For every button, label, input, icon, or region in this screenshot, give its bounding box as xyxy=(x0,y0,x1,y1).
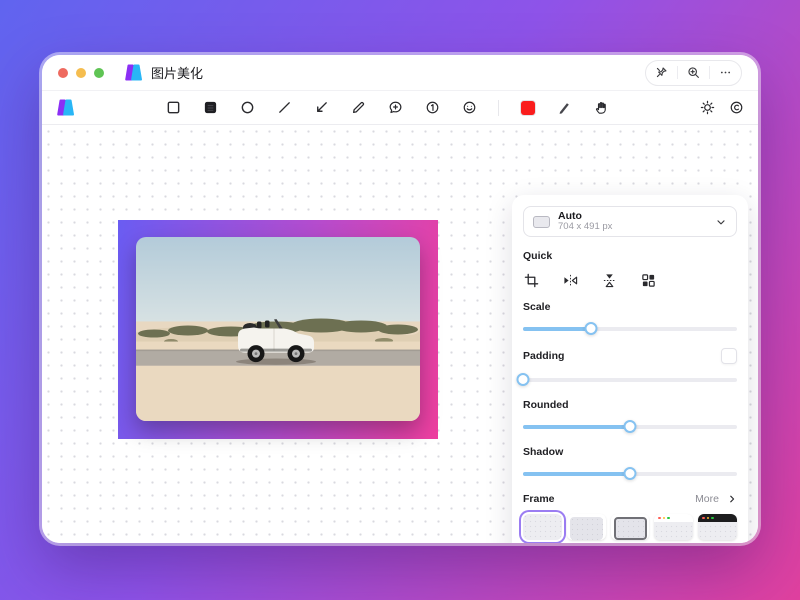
pin-button[interactable] xyxy=(646,66,677,79)
current-color-swatch xyxy=(520,100,535,115)
number-badge-tool[interactable] xyxy=(424,99,441,116)
minimize-window-button[interactable] xyxy=(76,67,86,78)
color-swatch-button[interactable] xyxy=(519,99,536,116)
copyright-icon xyxy=(730,101,743,114)
rounded-slider[interactable] xyxy=(523,420,737,433)
hand-tool[interactable] xyxy=(593,99,610,116)
theme-toggle-button[interactable] xyxy=(700,100,715,115)
crop-button[interactable] xyxy=(523,272,539,288)
maximize-window-button[interactable] xyxy=(94,67,104,78)
ellipse-tool[interactable] xyxy=(239,99,256,116)
tool-group xyxy=(165,99,610,116)
comment-add-tool[interactable] xyxy=(387,99,404,116)
frame-option-browser-light[interactable] xyxy=(654,514,694,540)
more-menu-button[interactable] xyxy=(710,66,741,79)
frame-option-plain[interactable] xyxy=(523,514,562,540)
more-icon xyxy=(720,71,731,74)
pencil-tool[interactable] xyxy=(350,99,367,116)
size-dimensions: 704 x 491 px xyxy=(558,221,613,233)
zoom-in-icon xyxy=(688,67,699,78)
size-selector[interactable]: Auto 704 x 491 px xyxy=(523,206,737,237)
arrow-tool[interactable] xyxy=(313,99,330,116)
quick-actions xyxy=(523,272,737,288)
frame-option-card[interactable] xyxy=(566,514,606,540)
app-logo-icon xyxy=(125,64,142,81)
rect-filled-tool[interactable] xyxy=(202,99,219,116)
titlebar: 图片美化 xyxy=(42,55,758,91)
app-title: 图片美化 xyxy=(151,66,204,81)
padding-checkbox[interactable] xyxy=(721,348,737,364)
titlebar-actions xyxy=(645,59,742,86)
frame-option-border[interactable] xyxy=(610,514,650,540)
emoji-tool[interactable] xyxy=(461,99,478,116)
app-window: 图片美化 Auto 704 x 491 px Quick Scale Paddi… xyxy=(42,55,758,543)
frame-options xyxy=(523,514,737,540)
beach-car-image xyxy=(136,237,420,421)
shadow-slider-handle[interactable] xyxy=(623,467,637,480)
flip-vertical-button[interactable] xyxy=(601,272,617,288)
chevron-right-icon xyxy=(730,495,735,503)
zoom-window-button[interactable] xyxy=(678,66,709,79)
page-background: { "titlebar": { "app_title": "图片美化" }, "… xyxy=(0,0,800,600)
line-tool[interactable] xyxy=(276,99,293,116)
copyright-button[interactable] xyxy=(729,100,744,115)
rounded-label: Rounded xyxy=(523,399,569,411)
toolbar-divider xyxy=(498,99,499,116)
editor-canvas[interactable]: Auto 704 x 491 px Quick Scale Padding Ro… xyxy=(42,125,758,543)
quick-section-label: Quick xyxy=(523,250,553,262)
scale-label: Scale xyxy=(523,301,551,313)
chevron-down-icon xyxy=(715,216,727,228)
frame-more-link[interactable]: More xyxy=(695,493,737,505)
settings-panel: Auto 704 x 491 px Quick Scale Padding Ro… xyxy=(512,195,748,543)
shadow-slider[interactable] xyxy=(523,467,737,480)
rounded-slider-handle[interactable] xyxy=(623,420,637,433)
shadow-label: Shadow xyxy=(523,446,564,458)
toolbar xyxy=(42,91,758,125)
padding-label: Padding xyxy=(523,350,565,362)
close-window-button[interactable] xyxy=(58,67,68,78)
toolbar-right xyxy=(700,100,744,115)
artboard[interactable] xyxy=(118,220,438,439)
photo-car-on-beach[interactable] xyxy=(136,237,420,421)
scale-slider-handle[interactable] xyxy=(584,322,598,335)
frame-option-browser-dark[interactable] xyxy=(698,514,737,540)
sun-icon xyxy=(700,100,715,115)
brand-logo-icon xyxy=(57,99,74,116)
padding-slider[interactable] xyxy=(516,373,737,386)
frame-size-icon xyxy=(533,215,550,228)
flip-horizontal-button[interactable] xyxy=(562,272,578,288)
scale-slider[interactable] xyxy=(523,322,737,335)
frame-label: Frame xyxy=(523,493,555,505)
marker-tool[interactable] xyxy=(556,99,573,116)
rect-outline-tool[interactable] xyxy=(165,99,182,116)
padding-slider-handle[interactable] xyxy=(516,373,530,386)
pin-icon xyxy=(656,67,667,78)
grid-layout-button[interactable] xyxy=(640,272,656,288)
more-label: More xyxy=(695,493,719,505)
